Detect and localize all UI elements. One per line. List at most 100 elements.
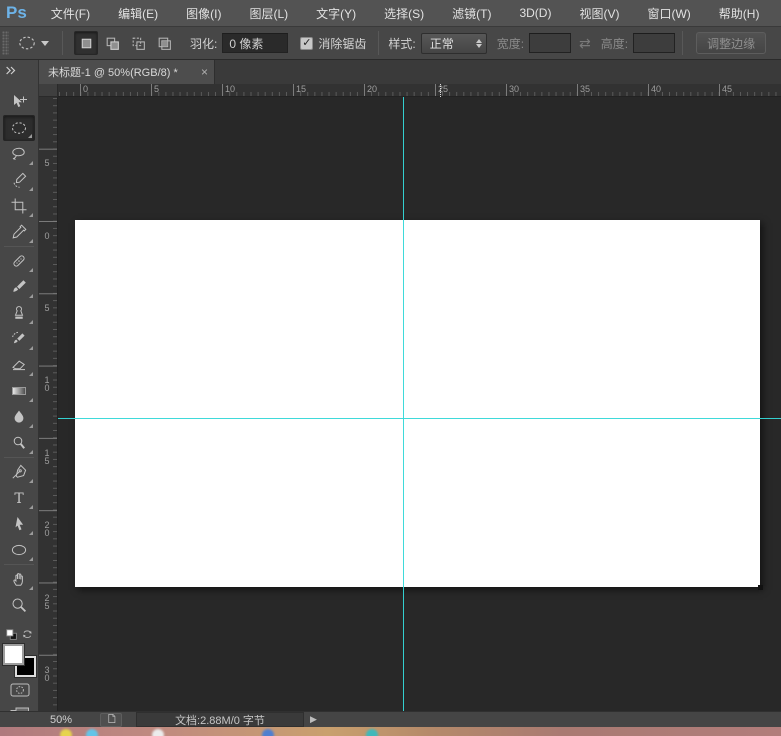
taskbar-icon[interactable] xyxy=(86,729,98,736)
antialias-checkbox[interactable]: ✓ xyxy=(300,37,313,50)
menu-item[interactable]: 窗口(W) xyxy=(633,0,704,26)
eyedropper-tool[interactable] xyxy=(3,219,35,245)
zoom-level-field[interactable]: 50% xyxy=(50,714,86,726)
windows-taskbar[interactable] xyxy=(0,727,781,736)
ruler-label: 0 xyxy=(83,84,88,94)
menu-item[interactable]: 选择(S) xyxy=(370,0,438,26)
taskbar-icon[interactable] xyxy=(152,729,164,736)
height-input[interactable] xyxy=(633,33,675,53)
toolbox: T xyxy=(0,84,39,711)
document-tab[interactable]: 未标题-1 @ 50%(RGB/8) * × xyxy=(39,60,215,84)
menu-item[interactable]: 滤镜(T) xyxy=(438,0,505,26)
document-tab-title: 未标题-1 @ 50%(RGB/8) * xyxy=(48,64,195,80)
move-tool[interactable] xyxy=(3,89,35,115)
menu-item[interactable]: 3D(D) xyxy=(505,0,565,26)
ruler-corner[interactable] xyxy=(39,84,58,97)
antialias-label: 消除锯齿 xyxy=(318,35,366,52)
crop-tool[interactable] xyxy=(3,193,35,219)
pasteboard[interactable] xyxy=(58,97,781,711)
options-bar-grip[interactable] xyxy=(2,31,9,55)
ellipse-shape-tool[interactable] xyxy=(3,537,35,563)
menu-item[interactable]: 视图(V) xyxy=(565,0,633,26)
separator xyxy=(378,31,379,55)
dodge-tool[interactable] xyxy=(3,430,35,456)
tab-bar: 未标题-1 @ 50%(RGB/8) * × xyxy=(0,60,781,84)
ruler-label: 10 xyxy=(225,84,235,94)
vertical-ruler[interactable]: 5051015202530 xyxy=(39,97,58,711)
taskbar-icon[interactable] xyxy=(366,729,378,736)
ruler-label: 10 xyxy=(42,375,52,391)
swap-dimensions-icon[interactable]: ⇄ xyxy=(579,35,591,52)
brush-tool[interactable] xyxy=(3,274,35,300)
horizontal-ruler[interactable]: 051015202530354045 xyxy=(58,84,781,97)
ruler-label: 40 xyxy=(651,84,661,94)
quick-mask-button[interactable] xyxy=(7,683,33,701)
quick-selection-tool[interactable] xyxy=(3,167,35,193)
subtract-from-selection-button[interactable] xyxy=(126,31,150,55)
ruler-label: 15 xyxy=(42,448,52,464)
spot-healing-brush-tool[interactable] xyxy=(3,248,35,274)
tool-preset-picker[interactable] xyxy=(17,33,49,53)
taskbar-icon[interactable] xyxy=(60,729,72,736)
ruler-label: 30 xyxy=(42,665,52,681)
taskbar-icon[interactable] xyxy=(262,729,274,736)
document-info[interactable]: 文档:2.88M/0 字节 xyxy=(136,712,304,727)
menu-item[interactable]: 图像(I) xyxy=(172,0,235,26)
eraser-tool[interactable] xyxy=(3,352,35,378)
ruler-label: 30 xyxy=(509,84,519,94)
horizontal-guide[interactable] xyxy=(58,418,781,419)
mini-color-controls xyxy=(5,627,35,642)
feather-input[interactable] xyxy=(222,33,288,53)
toolbar-collapse-button[interactable] xyxy=(0,60,39,84)
menu-item[interactable]: 帮助(H) xyxy=(705,0,774,26)
ruler-label: 35 xyxy=(580,84,590,94)
photoshop-window: Ps 文件(F)编辑(E)图像(I)图层(L)文字(Y)选择(S)滤镜(T)3D… xyxy=(0,0,781,736)
clone-stamp-tool[interactable] xyxy=(3,300,35,326)
intersect-selection-button[interactable] xyxy=(152,31,176,55)
refine-edge-button[interactable]: 调整边缘 xyxy=(696,32,766,54)
toolbox-color-area xyxy=(0,624,39,725)
ruler-label: 20 xyxy=(367,84,377,94)
swap-colors-icon[interactable] xyxy=(21,627,35,641)
ruler-label: 45 xyxy=(722,84,732,94)
blur-tool[interactable] xyxy=(3,404,35,430)
canvas-resize-handle xyxy=(758,585,763,590)
lasso-tool[interactable] xyxy=(3,141,35,167)
style-label: 样式: xyxy=(388,35,415,52)
toolbox-separator xyxy=(4,246,34,247)
new-selection-button[interactable] xyxy=(74,31,98,55)
menu-item[interactable]: 图层(L) xyxy=(235,0,302,26)
menu-item[interactable]: 文件(F) xyxy=(37,0,104,26)
width-input[interactable] xyxy=(529,33,571,53)
ruler-label: 20 xyxy=(42,520,52,536)
status-expand-icon[interactable]: ▶ xyxy=(310,714,317,725)
ruler-label: 25 xyxy=(42,593,52,609)
ruler-label: 5 xyxy=(42,158,52,166)
add-to-selection-button[interactable] xyxy=(100,31,124,55)
close-icon[interactable]: × xyxy=(201,66,208,78)
document-canvas[interactable] xyxy=(75,220,760,587)
gradient-tool[interactable] xyxy=(3,378,35,404)
selection-mode-group xyxy=(74,31,176,55)
style-select[interactable]: 正常 xyxy=(421,33,487,54)
status-icon-button[interactable] xyxy=(100,713,122,727)
path-selection-tool[interactable] xyxy=(3,511,35,537)
toolbox-separator xyxy=(4,564,34,565)
zoom-tool[interactable] xyxy=(3,592,35,618)
menu-item[interactable]: 编辑(E) xyxy=(104,0,172,26)
default-colors-icon[interactable] xyxy=(5,628,19,642)
feather-label: 羽化: xyxy=(190,35,217,52)
hand-tool[interactable] xyxy=(3,566,35,592)
horizontal-type-tool[interactable]: T xyxy=(3,485,35,511)
elliptical-marquee-icon xyxy=(17,33,37,53)
separator xyxy=(62,31,63,55)
history-brush-tool[interactable] xyxy=(3,326,35,352)
ruler-label: 5 xyxy=(42,303,52,311)
toolbox-separator xyxy=(4,457,34,458)
pen-tool[interactable] xyxy=(3,459,35,485)
foreground-color-swatch[interactable] xyxy=(3,644,24,665)
menu-item[interactable]: 文字(Y) xyxy=(302,0,370,26)
vertical-guide[interactable] xyxy=(403,97,404,711)
elliptical-marquee-tool[interactable] xyxy=(3,115,35,141)
height-label: 高度: xyxy=(601,35,628,52)
